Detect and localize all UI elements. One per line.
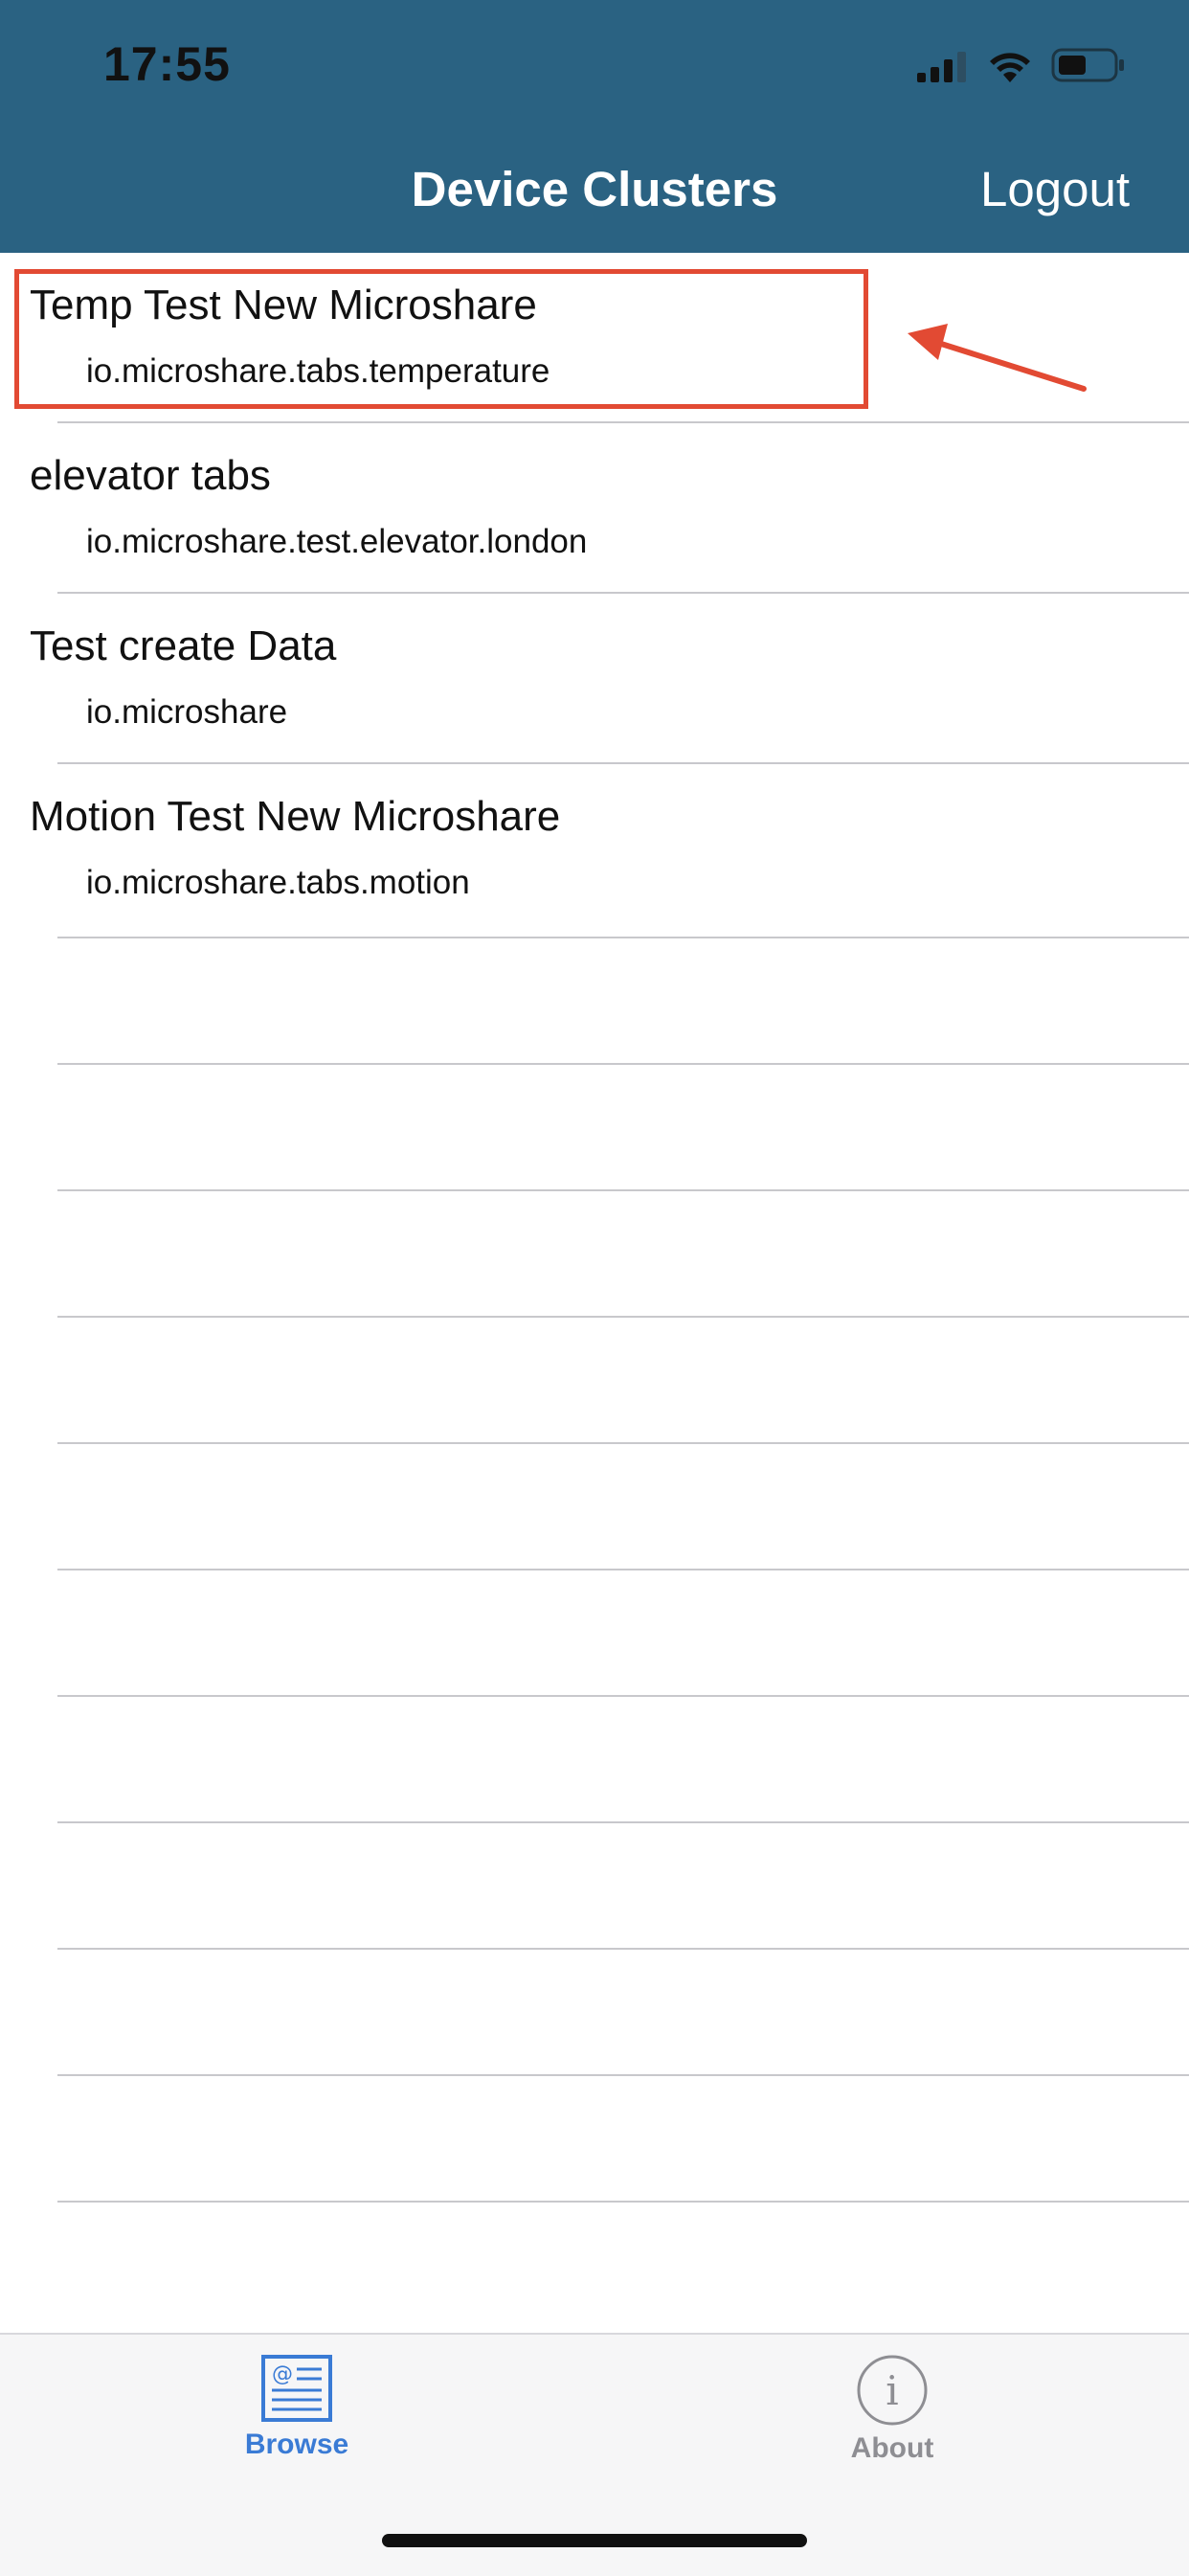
nav-header: 17:55 Device Clusters Logout: [0, 0, 1189, 253]
battery-icon: [1051, 48, 1124, 82]
cluster-row-temp-test[interactable]: Temp Test New Microshare io.microshare.t…: [30, 253, 1189, 423]
logout-button[interactable]: Logout: [980, 161, 1130, 217]
cluster-title: Test create Data: [30, 622, 337, 669]
tab-browse[interactable]: @ Browse: [182, 2354, 412, 2461]
empty-row: [57, 1697, 1189, 1823]
cluster-row-motion-test[interactable]: Motion Test New Microshare io.microshare…: [30, 764, 1189, 938]
browse-list-icon: @: [261, 2355, 332, 2422]
empty-row: [57, 1823, 1189, 1950]
home-indicator: [382, 2534, 807, 2547]
info-icon: i: [857, 2355, 928, 2426]
svg-text:@: @: [272, 2362, 293, 2386]
cluster-subtitle: io.microshare: [86, 693, 288, 731]
cluster-title: elevator tabs: [30, 452, 271, 499]
empty-row: [57, 1065, 1189, 1191]
empty-row: [57, 1570, 1189, 1697]
cluster-row-test-create-data[interactable]: Test create Data io.microshare: [30, 594, 1189, 764]
tab-about[interactable]: i About: [777, 2354, 1007, 2465]
cellular-signal-icon: [917, 52, 966, 82]
status-time: 17:55: [103, 37, 231, 91]
empty-row: [57, 1444, 1189, 1570]
cluster-subtitle: io.microshare.tabs.temperature: [86, 352, 550, 390]
tab-about-label: About: [850, 2432, 934, 2464]
cluster-title: Motion Test New Microshare: [30, 793, 561, 840]
cluster-subtitle: io.microshare.tabs.motion: [86, 864, 470, 901]
empty-row: [57, 1950, 1189, 2076]
svg-text:i: i: [886, 2367, 898, 2414]
empty-row: [57, 938, 1189, 1065]
cluster-title: Temp Test New Microshare: [30, 282, 537, 328]
wifi-icon: [990, 53, 1030, 82]
cluster-subtitle: io.microshare.test.elevator.london: [86, 523, 588, 560]
empty-row: [57, 1318, 1189, 1444]
empty-row: [57, 1191, 1189, 1318]
empty-row: [57, 2076, 1189, 2203]
cluster-row-elevator-tabs[interactable]: elevator tabs io.microshare.test.elevato…: [30, 423, 1189, 594]
cluster-list: Temp Test New Microshare io.microshare.t…: [0, 253, 1189, 2203]
tab-browse-label: Browse: [244, 2429, 349, 2460]
